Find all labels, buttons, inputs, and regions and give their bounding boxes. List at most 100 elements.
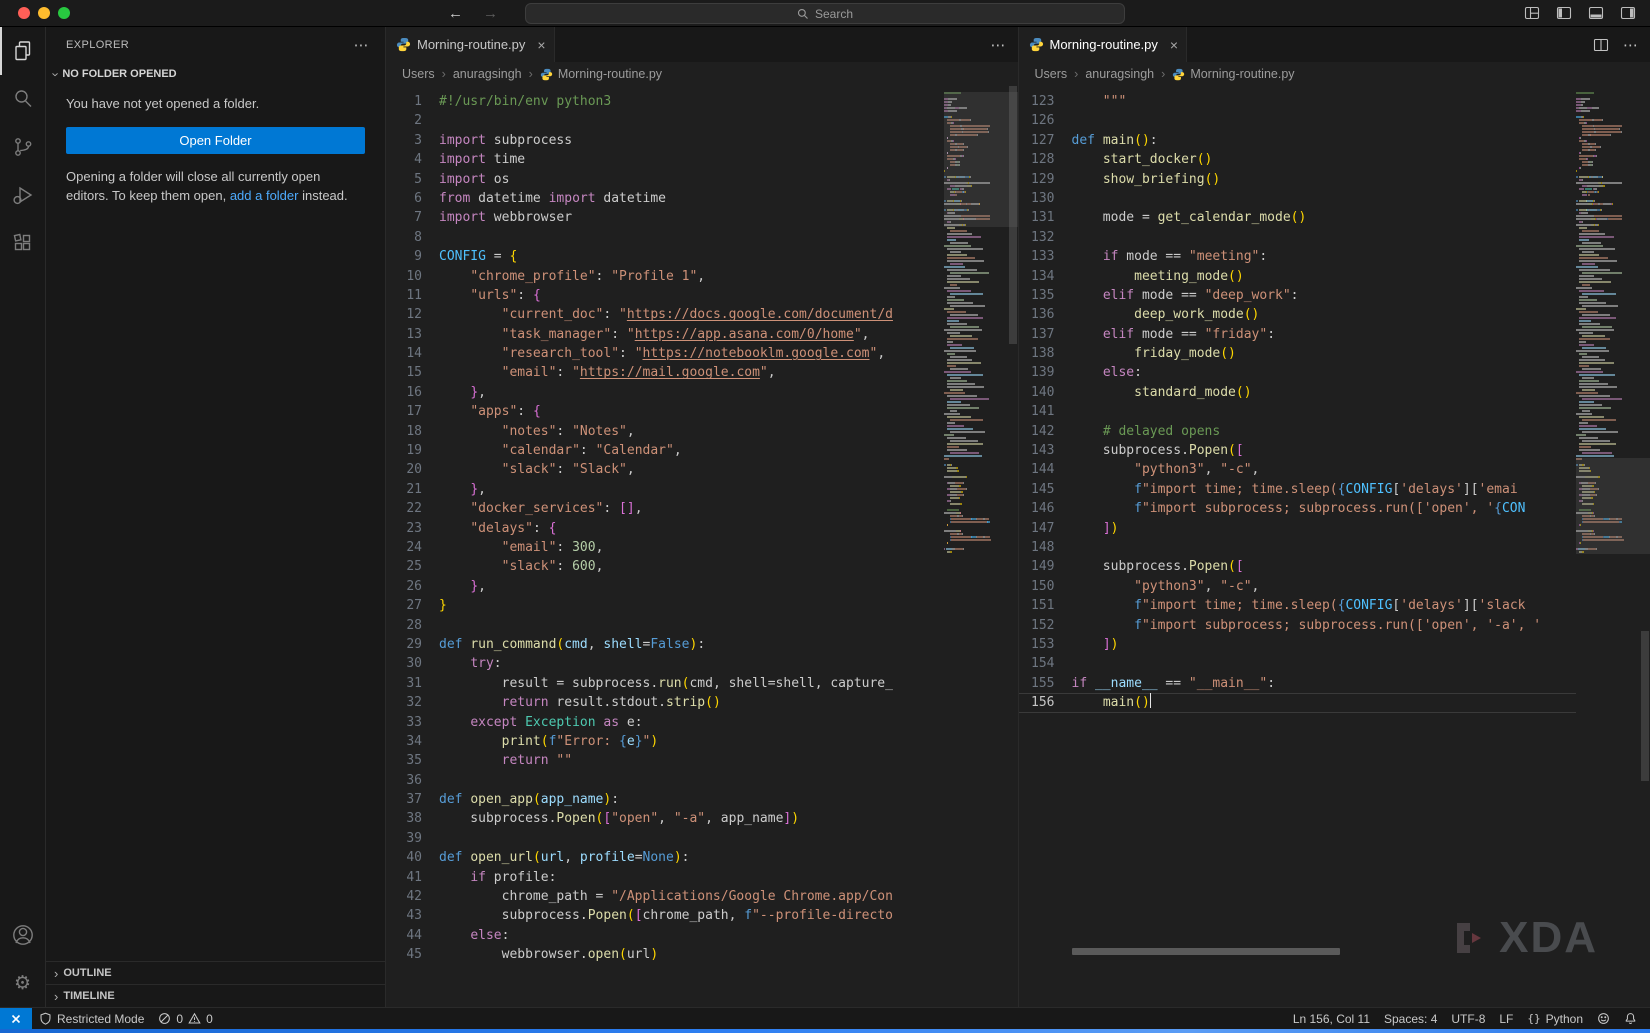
code-line[interactable]: 136 deep_work_mode() bbox=[1019, 305, 1577, 324]
line-number[interactable]: 34 bbox=[386, 732, 439, 751]
code-line[interactable]: 146 f"import subprocess; subprocess.run(… bbox=[1019, 499, 1577, 518]
line-number[interactable]: 9 bbox=[386, 247, 439, 266]
code-line[interactable]: 25 "slack": 600, bbox=[386, 557, 944, 576]
section-timeline[interactable]: › TIMELINE bbox=[46, 984, 385, 1007]
minimize-window-button[interactable] bbox=[38, 7, 50, 19]
line-number[interactable]: 126 bbox=[1019, 111, 1072, 130]
line-number[interactable]: 134 bbox=[1019, 267, 1072, 286]
line-number[interactable]: 41 bbox=[386, 868, 439, 887]
line-number[interactable]: 21 bbox=[386, 480, 439, 499]
code-line[interactable]: 32 return result.stdout.strip() bbox=[386, 693, 944, 712]
code-line[interactable]: 2 bbox=[386, 111, 944, 130]
line-number[interactable]: 148 bbox=[1019, 538, 1072, 557]
line-number[interactable]: 15 bbox=[386, 363, 439, 382]
breadcrumb-item[interactable]: anuragsingh bbox=[453, 67, 522, 81]
code-line[interactable]: 129 show_briefing() bbox=[1019, 170, 1577, 189]
code-line[interactable]: 150 "python3", "-c", bbox=[1019, 577, 1577, 596]
line-number[interactable]: 36 bbox=[386, 771, 439, 790]
code-line[interactable]: 1#!/usr/bin/env python3 bbox=[386, 92, 944, 111]
sidebar-item-search[interactable] bbox=[0, 75, 46, 123]
zoom-window-button[interactable] bbox=[58, 7, 70, 19]
code-line[interactable]: 35 return "" bbox=[386, 751, 944, 770]
tab-morning-routine[interactable]: Morning-routine.py × bbox=[1019, 27, 1188, 62]
line-number[interactable]: 29 bbox=[386, 635, 439, 654]
settings-button[interactable]: ⚙ bbox=[0, 959, 46, 1007]
close-window-button[interactable] bbox=[18, 7, 30, 19]
line-number[interactable]: 37 bbox=[386, 790, 439, 809]
customize-layout-icon[interactable] bbox=[1524, 5, 1540, 21]
line-number[interactable]: 132 bbox=[1019, 228, 1072, 247]
line-number[interactable]: 27 bbox=[386, 596, 439, 615]
line-number[interactable]: 28 bbox=[386, 616, 439, 635]
code-line[interactable]: 22 "docker_services": [], bbox=[386, 499, 944, 518]
line-number[interactable]: 139 bbox=[1019, 363, 1072, 382]
line-number[interactable]: 4 bbox=[386, 150, 439, 169]
line-number[interactable]: 127 bbox=[1019, 131, 1072, 150]
line-number[interactable]: 6 bbox=[386, 189, 439, 208]
line-number[interactable]: 5 bbox=[386, 170, 439, 189]
line-number[interactable]: 152 bbox=[1019, 616, 1072, 635]
code-line[interactable]: 19 "calendar": "Calendar", bbox=[386, 441, 944, 460]
code-line[interactable]: 131 mode = get_calendar_mode() bbox=[1019, 208, 1577, 227]
code-area[interactable]: 1#!/usr/bin/env python323import subproce… bbox=[386, 86, 944, 1007]
explorer-more-actions-icon[interactable]: ⋯ bbox=[354, 36, 369, 54]
code-line[interactable]: 9CONFIG = { bbox=[386, 247, 944, 266]
code-line[interactable]: 8 bbox=[386, 228, 944, 247]
line-number[interactable]: 146 bbox=[1019, 499, 1072, 518]
sidebar-item-source-control[interactable] bbox=[0, 123, 46, 171]
feedback-status[interactable] bbox=[1590, 1008, 1617, 1029]
code-line[interactable]: 12 "current_doc": "https://docs.google.c… bbox=[386, 305, 944, 324]
line-number[interactable]: 23 bbox=[386, 519, 439, 538]
sidebar-item-run-and-debug[interactable] bbox=[0, 171, 46, 219]
code-line[interactable]: 15 "email": "https://mail.google.com", bbox=[386, 363, 944, 382]
line-number[interactable]: 20 bbox=[386, 460, 439, 479]
line-number[interactable]: 156 bbox=[1019, 693, 1072, 712]
code-line[interactable]: 16 }, bbox=[386, 383, 944, 402]
code-line[interactable]: 45 webbrowser.open(url) bbox=[386, 945, 944, 964]
line-number[interactable]: 13 bbox=[386, 325, 439, 344]
line-number[interactable]: 43 bbox=[386, 906, 439, 925]
code-line[interactable]: 123 """ bbox=[1019, 92, 1577, 111]
close-tab-icon[interactable]: × bbox=[1170, 37, 1178, 53]
code-line[interactable]: 135 elif mode == "deep_work": bbox=[1019, 286, 1577, 305]
code-line[interactable]: 5import os bbox=[386, 170, 944, 189]
code-line[interactable]: 127def main(): bbox=[1019, 131, 1577, 150]
minimap[interactable] bbox=[944, 86, 1018, 1007]
minimap-viewport[interactable] bbox=[1576, 458, 1650, 554]
code-line[interactable]: 33 except Exception as e: bbox=[386, 713, 944, 732]
breadcrumb-item-file[interactable]: Morning-routine.py bbox=[540, 67, 662, 81]
language-mode-status[interactable]: {} Python bbox=[1520, 1008, 1590, 1029]
code-line[interactable]: 153 ]) bbox=[1019, 635, 1577, 654]
line-number[interactable]: 129 bbox=[1019, 170, 1072, 189]
breadcrumb-item-file[interactable]: Morning-routine.py bbox=[1172, 67, 1294, 81]
open-folder-button[interactable]: Open Folder bbox=[66, 127, 365, 154]
line-number[interactable]: 128 bbox=[1019, 150, 1072, 169]
line-number[interactable]: 2 bbox=[386, 111, 439, 130]
go-forward-icon[interactable]: → bbox=[483, 5, 498, 22]
code-line[interactable]: 36 bbox=[386, 771, 944, 790]
line-number[interactable]: 143 bbox=[1019, 441, 1072, 460]
encoding-status[interactable]: UTF-8 bbox=[1444, 1008, 1492, 1029]
line-number[interactable]: 17 bbox=[386, 402, 439, 421]
toggle-secondary-sidebar-icon[interactable] bbox=[1620, 5, 1636, 21]
line-number[interactable]: 10 bbox=[386, 267, 439, 286]
code-line[interactable]: 144 "python3", "-c", bbox=[1019, 460, 1577, 479]
code-line[interactable]: 39 bbox=[386, 829, 944, 848]
code-line[interactable]: 23 "delays": { bbox=[386, 519, 944, 538]
remote-indicator[interactable] bbox=[0, 1008, 32, 1029]
code-line[interactable]: 31 result = subprocess.run(cmd, shell=sh… bbox=[386, 674, 944, 693]
line-number[interactable]: 33 bbox=[386, 713, 439, 732]
line-number[interactable]: 145 bbox=[1019, 480, 1072, 499]
code-line[interactable]: 128 start_docker() bbox=[1019, 150, 1577, 169]
code-line[interactable]: 30 try: bbox=[386, 654, 944, 673]
code-line[interactable]: 134 meeting_mode() bbox=[1019, 267, 1577, 286]
problems-status[interactable]: 0 0 bbox=[151, 1008, 219, 1029]
line-number[interactable]: 137 bbox=[1019, 325, 1072, 344]
code-line[interactable]: 151 f"import time; time.sleep({CONFIG['d… bbox=[1019, 596, 1577, 615]
code-line[interactable]: 29def run_command(cmd, shell=False): bbox=[386, 635, 944, 654]
line-number[interactable]: 151 bbox=[1019, 596, 1072, 615]
line-number[interactable]: 45 bbox=[386, 945, 439, 964]
code-line[interactable]: 138 friday_mode() bbox=[1019, 344, 1577, 363]
code-line[interactable]: 38 subprocess.Popen(["open", "-a", app_n… bbox=[386, 809, 944, 828]
code-line[interactable]: 156 main() bbox=[1019, 693, 1577, 712]
